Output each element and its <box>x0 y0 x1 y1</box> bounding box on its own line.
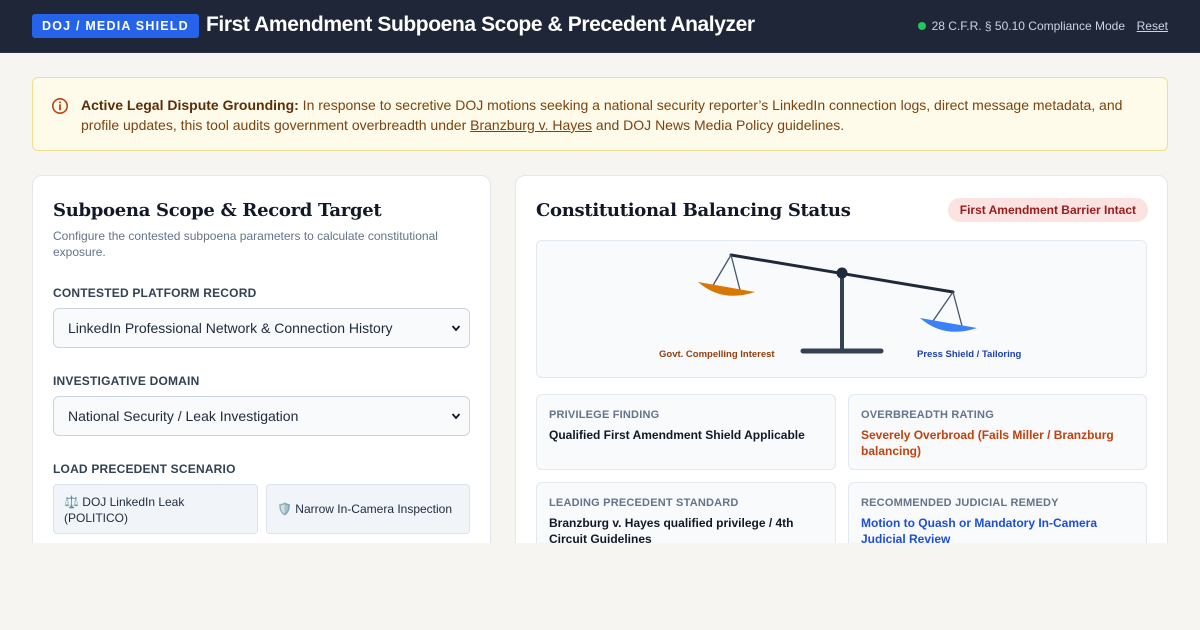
balancing-status-card: Constitutional Balancing Status First Am… <box>515 175 1168 555</box>
platform-record-value: LinkedIn Professional Network & Connecti… <box>68 320 393 336</box>
app-title: First Amendment Subpoena Scope & Precede… <box>206 13 755 36</box>
privilege-finding-card: Privilege Finding Qualified First Amendm… <box>536 394 836 470</box>
subpoena-scope-card: Subpoena Scope & Record Target Configure… <box>32 175 491 555</box>
domain-field-label: Investigative Domain <box>53 374 200 388</box>
compliance-status: 28 C.F.R. § 50.10 Compliance Mode <box>917 19 1125 33</box>
metric-label: Leading Precedent Standard <box>549 497 739 509</box>
scope-card-subtitle: Configure the contested subpoena paramet… <box>53 229 438 259</box>
app-badge: DOJ / MEDIA SHIELD <box>32 14 199 38</box>
shield-icon: 🛡️ <box>277 502 292 516</box>
metric-label: Overbreadth Rating <box>861 409 994 421</box>
status-badge: First Amendment Barrier Intact <box>947 198 1148 222</box>
preset-doj-linkedin-leak-button[interactable]: ⚖️ DOJ LinkedIn Leak (POLITICO) <box>53 484 258 534</box>
grounding-alert: Active Legal Dispute Grounding: In respo… <box>32 77 1168 151</box>
metric-value: Qualified First Amendment Shield Applica… <box>549 428 805 442</box>
preset-narrow-in-camera-button[interactable]: 🛡️ Narrow In-Camera Inspection <box>266 484 470 534</box>
press-shield-label: Press Shield / Tailoring <box>917 349 1022 360</box>
top-bar: DOJ / MEDIA SHIELD First Amendment Subpo… <box>0 0 1200 53</box>
info-icon <box>52 98 68 114</box>
overbreadth-rating-card: Overbreadth Rating Severely Overbroad (F… <box>848 394 1147 470</box>
alert-body-after: and DOJ News Media Policy guidelines. <box>592 117 845 133</box>
right-pan <box>920 318 977 332</box>
left-pan-string <box>730 254 741 291</box>
preset-label: DOJ LinkedIn Leak (POLITICO) <box>64 495 185 525</box>
metric-label: Privilege Finding <box>549 409 660 421</box>
scale-pivot <box>836 267 848 279</box>
right-pan-string <box>952 291 963 327</box>
branzburg-link[interactable]: Branzburg v. Hayes <box>470 117 592 133</box>
status-dot-icon <box>917 22 926 30</box>
right-pan-string <box>932 291 954 322</box>
investigative-domain-value: National Security / Leak Investigation <box>68 408 299 424</box>
scenario-field-label: Load Precedent Scenario <box>53 462 236 476</box>
balancing-card-title: Constitutional Balancing Status <box>536 200 851 221</box>
chevron-down-icon <box>451 325 461 332</box>
scope-card-title: Subpoena Scope & Record Target <box>53 200 382 221</box>
balance-scale-panel: Govt. Compelling Interest Press Shield /… <box>536 240 1147 378</box>
metric-label: Recommended Judicial Remedy <box>861 497 1059 509</box>
balance-scale-icon <box>698 253 977 354</box>
reset-link[interactable]: Reset <box>1137 19 1168 33</box>
investigative-domain-select[interactable]: National Security / Leak Investigation <box>53 396 470 436</box>
platform-record-select[interactable]: LinkedIn Professional Network & Connecti… <box>53 308 470 348</box>
viewport-cutoff <box>0 543 1200 630</box>
govt-interest-label: Govt. Compelling Interest <box>659 349 775 360</box>
record-field-label: Contested Platform Record <box>53 286 257 300</box>
preset-label: Narrow In-Camera Inspection <box>295 502 453 516</box>
metric-value: Severely Overbroad (Fails Miller / Branz… <box>861 428 1114 458</box>
alert-text: Active Legal Dispute Grounding: In respo… <box>81 95 1141 135</box>
left-pan <box>698 282 755 296</box>
compliance-status-text: 28 C.F.R. § 50.10 Compliance Mode <box>931 19 1125 33</box>
alert-lead: Active Legal Dispute Grounding: <box>81 97 299 113</box>
scales-icon: ⚖️ <box>64 495 79 509</box>
chevron-down-icon <box>451 413 461 420</box>
left-pan-string <box>711 254 732 288</box>
